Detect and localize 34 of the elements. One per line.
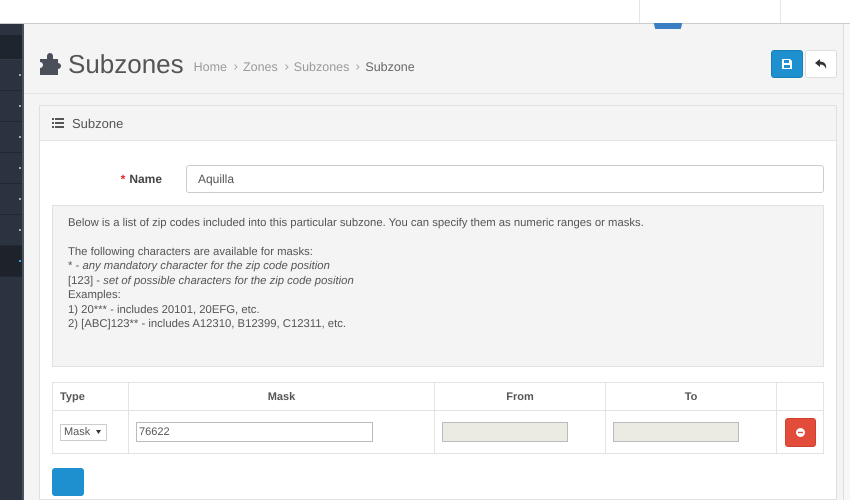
mask-input[interactable]: 76622 xyxy=(136,422,373,442)
puzzle-icon xyxy=(38,53,62,75)
list-icon xyxy=(52,118,64,128)
info-text: Below is a list of zip codes included into this particular subzone. You can specify them as numeric ranges or masks. xyxy=(68,216,645,230)
back-button[interactable] xyxy=(805,50,837,78)
avatar-icon[interactable] xyxy=(654,23,682,29)
panel-title: Subzone xyxy=(72,116,124,130)
page-title: Subzones xyxy=(68,48,184,80)
chevron-icon xyxy=(234,64,238,70)
info-text: 1) 20*** - includes 20101, 20EFG, etc. xyxy=(68,302,261,317)
column-header: Mask xyxy=(128,382,434,410)
type-select[interactable]: Mask xyxy=(60,424,107,440)
chevron-icon xyxy=(356,64,360,70)
info-text: The following characters are available for masks: xyxy=(68,244,314,259)
column-header: To xyxy=(606,382,776,410)
name-input[interactable]: Aquilla xyxy=(186,165,824,193)
save-icon xyxy=(782,59,792,69)
caret-icon xyxy=(96,430,101,434)
remove-button[interactable] xyxy=(784,418,816,446)
undo-icon xyxy=(815,59,827,69)
minus-circle-icon xyxy=(796,428,804,436)
info-text: * - any mandatory character for the zip code position xyxy=(68,259,331,274)
column-header: Type xyxy=(52,382,128,410)
required-mark: * xyxy=(120,172,126,186)
chevron-icon xyxy=(284,64,289,70)
info-text: Examples: xyxy=(68,288,122,302)
save-button[interactable] xyxy=(771,50,803,78)
column-header: From xyxy=(434,382,606,410)
sidebar-item[interactable] xyxy=(0,246,22,277)
field-label: Name xyxy=(129,172,162,186)
add-button[interactable] xyxy=(52,468,84,496)
scrollbar[interactable] xyxy=(843,23,850,500)
info-text: 2) [ABC]123** - includes A12310, B12399, C12311, etc. xyxy=(68,317,348,332)
info-text: [123] - set of possible characters for the zip code position xyxy=(68,274,355,288)
